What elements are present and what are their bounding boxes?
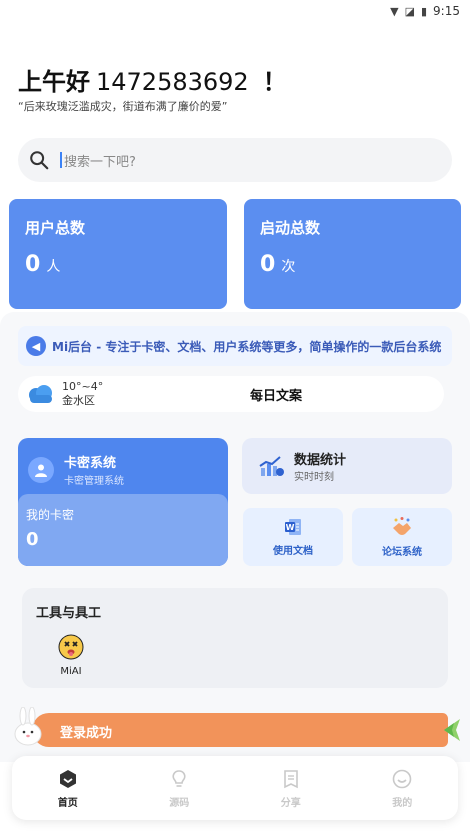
card-key-subtitle: 卡密管理系统	[64, 476, 124, 487]
tools-title: 工具与具工	[36, 606, 102, 621]
nav-home[interactable]: 首页	[28, 768, 108, 809]
tool-miai-label: MiAI	[60, 666, 82, 677]
wifi-icon: ▼	[390, 4, 399, 18]
greeting: 上午好 1472583692 ！	[18, 62, 287, 97]
forum-button[interactable]: 论坛系统	[352, 508, 452, 566]
weather-bar[interactable]: 10°~4° 金水区 每日文案	[18, 376, 444, 412]
search-icon	[30, 151, 49, 170]
nav-mine[interactable]: 我的	[362, 768, 442, 809]
launch-count-card[interactable]: 启动总数 0 次	[244, 199, 461, 309]
card-key-title: 卡密系统	[64, 456, 117, 471]
launch-count-title: 启动总数	[260, 219, 321, 237]
my-card-keys[interactable]: 我的卡密 0	[18, 494, 228, 566]
my-card-keys-label: 我的卡密	[26, 508, 75, 522]
quote-text: “后来玫瑰泛滥成灾，街道布满了廉价的爱”	[18, 100, 228, 113]
notice-bar[interactable]: ◀ Mi后台 - 专注于卡密、文档、用户系统等更多，简单操作的一款后台系统	[18, 326, 452, 366]
handshake-icon	[393, 517, 411, 535]
cloud-icon	[29, 385, 52, 403]
launch-count-unit: 次	[281, 259, 296, 275]
user-count-title: 用户总数	[25, 219, 86, 237]
status-bar: ▼ ◪ ▮ 9:15	[0, 0, 470, 22]
nav-source[interactable]: 源码	[139, 768, 219, 809]
nav-home-label: 首页	[57, 797, 78, 809]
greeting-user-id: 1472583692	[96, 68, 249, 96]
svg-text:W: W	[286, 523, 295, 532]
tools-section: 工具与具工 MiAI	[22, 588, 448, 688]
megaphone-icon: ◀	[26, 336, 46, 356]
greeting-hello: 上午好	[18, 68, 90, 96]
nav-source-label: 源码	[169, 797, 190, 809]
forum-label: 论坛系统	[382, 547, 422, 558]
docs-button[interactable]: W 使用文档	[243, 508, 343, 566]
login-success-toast: 登录成功	[8, 705, 462, 755]
weather-temp: 10°~4°	[62, 380, 104, 393]
search-bar[interactable]: 搜索一下吧?	[18, 138, 452, 182]
nav-share-label: 分享	[280, 797, 301, 809]
my-card-keys-value: 0	[26, 529, 39, 550]
home-icon	[59, 769, 76, 788]
docs-label: 使用文档	[273, 546, 313, 557]
user-count-unit: 人	[46, 259, 61, 275]
word-doc-icon: W	[285, 519, 301, 535]
notice-text: Mi后台 - 专注于卡密、文档、用户系统等更多，简单操作的一款后台系统	[52, 339, 442, 354]
data-stats-subtitle: 实时时刻	[294, 472, 334, 483]
dizzy-face-icon	[58, 634, 84, 660]
lightbulb-icon	[172, 769, 186, 787]
nav-mine-label: 我的	[392, 797, 413, 809]
greeting-exclaim: ！	[262, 68, 287, 96]
battery-icon: ▮	[420, 4, 428, 18]
bottom-nav: 首页 源码 分享 我的	[12, 756, 458, 820]
document-icon	[283, 769, 298, 788]
signal-icon: ◪	[404, 4, 415, 18]
text-caret	[60, 152, 62, 168]
data-stats-card[interactable]: 数据统计 实时时刻	[242, 438, 452, 494]
search-input[interactable]: 搜索一下吧?	[64, 151, 136, 170]
data-stats-title: 数据统计	[294, 453, 347, 468]
carrot-leaves-icon	[444, 719, 460, 741]
user-count-card[interactable]: 用户总数 0 人	[9, 199, 227, 309]
toast-message: 登录成功	[60, 726, 113, 741]
status-time: 9:15	[433, 4, 460, 18]
smiley-icon	[392, 769, 412, 788]
launch-count-value: 0	[260, 252, 276, 277]
weather-location: 金水区	[62, 394, 95, 407]
chart-icon	[259, 456, 284, 476]
user-count-value: 0	[25, 252, 41, 277]
user-avatar-icon	[28, 456, 54, 483]
nav-share[interactable]: 分享	[251, 768, 331, 809]
daily-copy-label: 每日文案	[250, 388, 303, 404]
tool-miai[interactable]: MiAI	[58, 634, 84, 677]
rabbit-icon	[14, 707, 42, 746]
card-key-system-card[interactable]: 卡密系统 卡密管理系统 我的卡密 0	[18, 438, 228, 566]
